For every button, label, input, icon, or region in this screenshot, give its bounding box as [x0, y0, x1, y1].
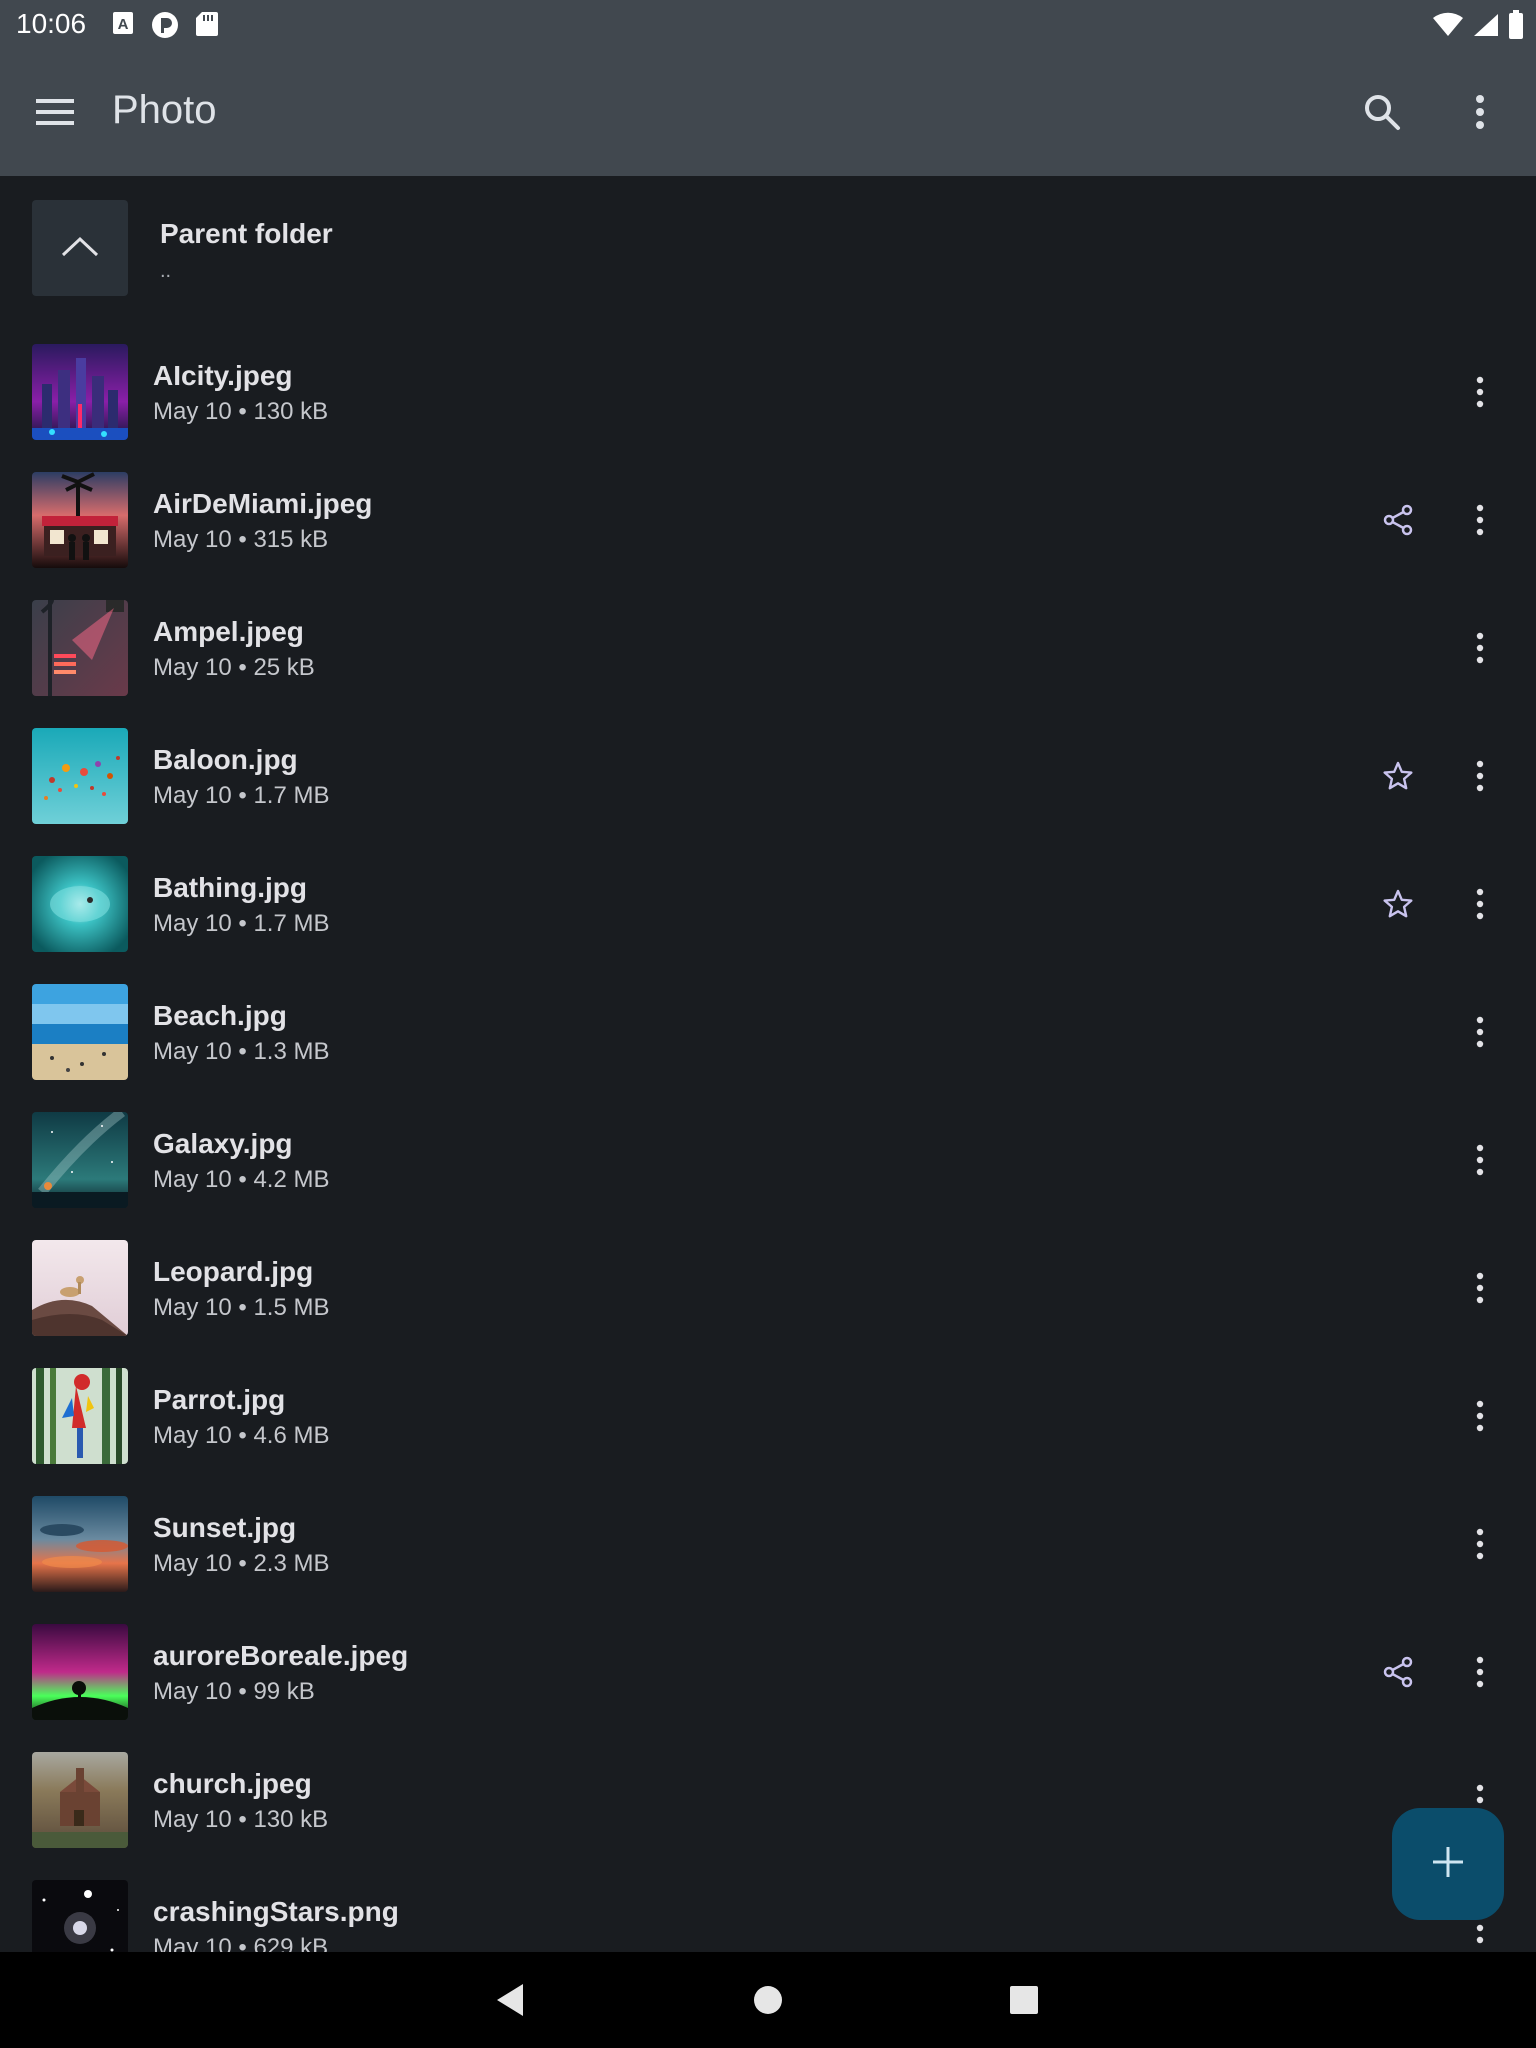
system-nav-bar: [0, 1952, 1536, 2048]
more-vert-icon[interactable]: [1456, 492, 1504, 548]
chevron-up-icon: [60, 234, 100, 263]
list-item[interactable]: Galaxy.jpg May 10 • 4.2 MB: [0, 1096, 1536, 1224]
file-meta: May 10 • 315 kB: [153, 526, 329, 553]
more-vert-icon[interactable]: [1456, 876, 1504, 932]
file-name: Baloon.jpg: [153, 744, 298, 775]
more-vert-icon[interactable]: [1456, 1004, 1504, 1060]
file-name: church.jpeg: [153, 1768, 312, 1799]
file-name: AirDeMiami.jpeg: [153, 488, 373, 519]
file-thumbnail: [32, 856, 128, 952]
file-meta: May 10 • 4.2 MB: [153, 1166, 330, 1193]
file-thumbnail: [32, 728, 128, 824]
hamburger-menu-icon[interactable]: [24, 80, 88, 144]
file-name: Ampel.jpeg: [153, 616, 304, 647]
svg-text:A: A: [118, 16, 129, 33]
recents-icon[interactable]: [994, 1970, 1054, 2030]
app-root: 10:06 A Photo Parent folder .. AIcity.jp…: [0, 0, 1536, 2048]
share-icon: [1374, 496, 1422, 544]
status-icons-left: A: [112, 10, 220, 45]
file-name: crashingStars.png: [153, 1896, 399, 1927]
sd-card-icon: [194, 10, 220, 45]
top-app-bar: Photo: [0, 48, 1536, 176]
more-vert-icon[interactable]: [1456, 1388, 1504, 1444]
share-icon: [1374, 1648, 1422, 1696]
search-icon[interactable]: [1350, 80, 1414, 144]
list-item[interactable]: auroreBoreale.jpeg May 10 • 99 kB: [0, 1608, 1536, 1736]
list-item[interactable]: Sunset.jpg May 10 • 2.3 MB: [0, 1480, 1536, 1608]
file-meta: May 10 • 629 kB: [153, 1934, 329, 1952]
home-icon[interactable]: [738, 1970, 798, 2030]
parent-folder-thumb: [32, 200, 128, 296]
file-thumbnail: [32, 1240, 128, 1336]
file-thumbnail: [32, 984, 128, 1080]
file-meta: May 10 • 1.7 MB: [153, 782, 330, 809]
file-thumbnail: [32, 1752, 128, 1848]
file-thumbnail: [32, 1112, 128, 1208]
cell-signal-icon: [1472, 12, 1500, 43]
font-download-icon: A: [112, 10, 136, 45]
file-thumbnail: [32, 1496, 128, 1592]
file-meta: May 10 • 130 kB: [153, 398, 329, 425]
file-meta: May 10 • 1.7 MB: [153, 910, 330, 937]
list-item[interactable]: Baloon.jpg May 10 • 1.7 MB: [0, 712, 1536, 840]
back-icon[interactable]: [480, 1970, 540, 2030]
list-item[interactable]: crashingStars.png May 10 • 629 kB: [0, 1864, 1536, 1952]
file-name: Bathing.jpg: [153, 872, 307, 903]
more-vert-icon[interactable]: [1456, 748, 1504, 804]
file-meta: May 10 • 1.5 MB: [153, 1294, 330, 1321]
more-vert-icon[interactable]: [1448, 80, 1512, 144]
add-button[interactable]: [1392, 1808, 1504, 1920]
more-vert-icon[interactable]: [1456, 364, 1504, 420]
file-list: Parent folder .. AIcity.jpeg May 10 • 13…: [0, 176, 1536, 1952]
status-bar: 10:06 A: [0, 0, 1536, 48]
file-name: AIcity.jpeg: [153, 360, 293, 391]
data-saver-icon: [150, 10, 180, 45]
parent-folder-row[interactable]: Parent folder ..: [0, 176, 1536, 304]
more-vert-icon[interactable]: [1456, 620, 1504, 676]
list-item[interactable]: Ampel.jpeg May 10 • 25 kB: [0, 584, 1536, 712]
file-meta: May 10 • 4.6 MB: [153, 1422, 330, 1449]
wifi-icon: [1432, 12, 1464, 43]
list-item[interactable]: Parrot.jpg May 10 • 4.6 MB: [0, 1352, 1536, 1480]
battery-icon: [1508, 10, 1524, 45]
add-icon: [1431, 1845, 1465, 1884]
list-item[interactable]: Beach.jpg May 10 • 1.3 MB: [0, 968, 1536, 1096]
list-item[interactable]: church.jpeg May 10 • 130 kB: [0, 1736, 1536, 1864]
list-item[interactable]: Leopard.jpg May 10 • 1.5 MB: [0, 1224, 1536, 1352]
parent-folder-sub: ..: [160, 260, 172, 282]
file-meta: May 10 • 2.3 MB: [153, 1550, 330, 1577]
more-vert-icon[interactable]: [1456, 1260, 1504, 1316]
list-item[interactable]: AIcity.jpeg May 10 • 130 kB: [0, 328, 1536, 456]
file-meta: May 10 • 25 kB: [153, 654, 315, 681]
file-thumbnail: [32, 472, 128, 568]
file-name: Beach.jpg: [153, 1000, 287, 1031]
file-meta: May 10 • 99 kB: [153, 1678, 315, 1705]
file-thumbnail: [32, 600, 128, 696]
list-item[interactable]: AirDeMiami.jpeg May 10 • 315 kB: [0, 456, 1536, 584]
file-name: Galaxy.jpg: [153, 1128, 293, 1159]
file-name: auroreBoreale.jpeg: [153, 1640, 409, 1671]
file-meta: May 10 • 130 kB: [153, 1806, 329, 1833]
status-icons-right: [1432, 10, 1524, 45]
more-vert-icon[interactable]: [1456, 1644, 1504, 1700]
more-vert-icon[interactable]: [1456, 1516, 1504, 1572]
file-name: Sunset.jpg: [153, 1512, 297, 1543]
list-item[interactable]: Bathing.jpg May 10 • 1.7 MB: [0, 840, 1536, 968]
star-icon: [1374, 752, 1422, 800]
file-thumbnail: [32, 1624, 128, 1720]
parent-folder-label: Parent folder: [160, 218, 333, 249]
file-thumbnail: [32, 1368, 128, 1464]
file-thumbnail: [32, 1880, 128, 1952]
file-name: Leopard.jpg: [153, 1256, 314, 1287]
page-title: Photo: [112, 88, 217, 132]
file-thumbnail: [32, 344, 128, 440]
file-meta: May 10 • 1.3 MB: [153, 1038, 330, 1065]
file-name: Parrot.jpg: [153, 1384, 286, 1415]
more-vert-icon[interactable]: [1456, 1132, 1504, 1188]
star-icon: [1374, 880, 1422, 928]
status-time: 10:06: [16, 8, 87, 39]
